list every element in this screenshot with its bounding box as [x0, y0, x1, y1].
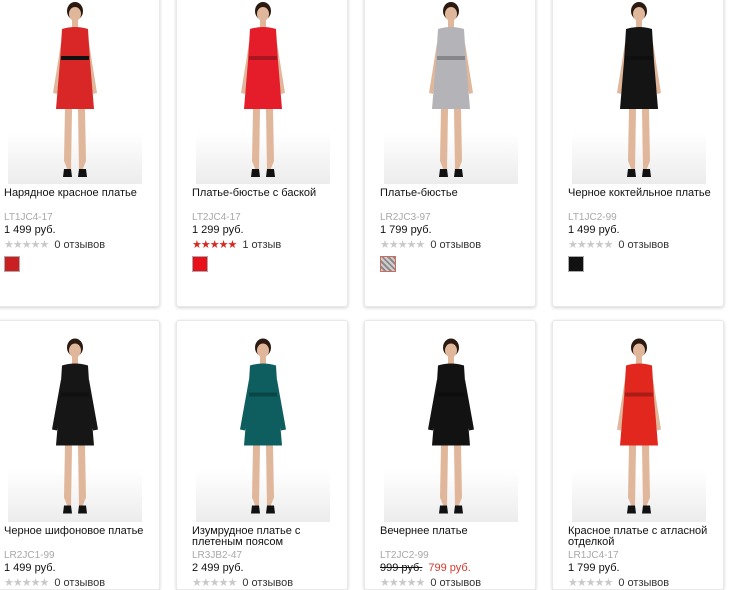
product-price: 1 799 руб.: [380, 224, 432, 236]
product-card[interactable]: Платье-бюстье LR2JC3-97 1 799 руб. ★★★★★…: [364, 0, 536, 307]
product-photo[interactable]: [196, 1, 330, 184]
product-card[interactable]: Вечернее платье LT2JC2-99 999 руб. 799 ру…: [364, 320, 536, 590]
product-title[interactable]: Изумрудное платье с плетеным поясом: [192, 526, 342, 548]
product-sku: LT2JC2-99: [380, 550, 429, 561]
product-sku: LR2JC1-99: [4, 550, 55, 561]
product-price: 999 руб. 799 руб.: [380, 562, 471, 574]
dress-black-evening-icon: [428, 338, 474, 514]
product-card[interactable]: Черное коктейльное платье LT1JC2-99 1 49…: [552, 0, 724, 307]
reviews-link[interactable]: 0 отзывов: [618, 577, 669, 589]
color-swatch[interactable]: [192, 256, 208, 272]
product-price: 1 499 руб.: [4, 224, 56, 236]
product-sku: LT2JC4-17: [192, 212, 241, 223]
reviews-link[interactable]: 0 отзывов: [242, 577, 293, 589]
product-sku: LR1JC4-17: [568, 550, 619, 561]
color-swatch[interactable]: [4, 256, 20, 272]
reviews-link[interactable]: 1 отзыв: [242, 239, 281, 251]
star-rating-icon: ★★★★★: [4, 239, 49, 251]
price-value: 1 499 руб.: [4, 562, 56, 574]
product-photo[interactable]: [8, 336, 142, 522]
product-photo[interactable]: [572, 1, 706, 184]
product-title[interactable]: Вечернее платье: [380, 526, 530, 537]
price-value: 2 499 руб.: [192, 562, 244, 574]
product-price: 1 499 руб.: [568, 224, 620, 236]
product-card[interactable]: Красное платье с атласной отделкой LR1JC…: [552, 320, 724, 590]
star-rating-icon: ★★★★★: [380, 239, 425, 251]
reviews-link[interactable]: 0 отзывов: [54, 239, 105, 251]
product-title[interactable]: Красное платье с атласной отделкой: [568, 526, 718, 548]
sale-price: 799 руб.: [428, 562, 471, 574]
price-value: 1 799 руб.: [568, 562, 620, 574]
dress-black-cocktail-icon: [617, 2, 661, 177]
color-swatch[interactable]: [568, 256, 584, 272]
price-value: 1 499 руб.: [4, 224, 56, 236]
product-price: 1 799 руб.: [568, 562, 620, 574]
product-sku: LR2JC3-97: [380, 212, 431, 223]
star-rating-icon: ★★★★★: [568, 239, 613, 251]
reviews-link[interactable]: 0 отзывов: [54, 577, 105, 589]
product-title[interactable]: Нарядное красное платье: [4, 188, 154, 199]
rating: ★★★★★ 0 отзывов: [4, 238, 105, 252]
product-price: 1 299 руб.: [192, 224, 244, 236]
rating: ★★★★★ 0 отзывов: [568, 238, 669, 252]
product-card[interactable]: Платье-бюстье с баской LT2JC4-17 1 299 р…: [176, 0, 348, 307]
product-price: 2 499 руб.: [192, 562, 244, 574]
old-price: 999 руб.: [380, 562, 423, 574]
dress-emerald-icon: [240, 338, 286, 514]
product-price: 1 499 руб.: [4, 562, 56, 574]
product-title[interactable]: Черное коктейльное платье: [568, 188, 718, 199]
reviews-link[interactable]: 0 отзывов: [430, 239, 481, 251]
rating: ★★★★★ 1 отзыв: [192, 238, 281, 252]
product-photo[interactable]: [384, 336, 518, 522]
product-title[interactable]: Черное шифоновое платье: [4, 526, 154, 537]
dress-red-peplum-icon: [241, 2, 285, 177]
star-rating-icon: ★★★★★: [192, 239, 237, 251]
product-card[interactable]: Изумрудное платье с плетеным поясом LR3J…: [176, 320, 348, 590]
price-value: 1 799 руб.: [380, 224, 432, 236]
product-sku: LT1JC2-99: [568, 212, 617, 223]
dress-red-belted-icon: [53, 2, 97, 177]
product-photo[interactable]: [8, 1, 142, 184]
product-sku: LT1JC4-17: [4, 212, 53, 223]
dress-silver-bustier-icon: [429, 2, 473, 177]
product-sku: LR3JB2-47: [192, 550, 243, 561]
dress-red-satin-icon: [617, 338, 661, 514]
product-title[interactable]: Платье-бюстье с баской: [192, 188, 342, 199]
reviews-link[interactable]: 0 отзывов: [618, 239, 669, 251]
product-card[interactable]: Черное шифоновое платье LR2JC1-99 1 499 …: [0, 320, 160, 590]
reviews-link[interactable]: 0 отзывов: [430, 577, 481, 589]
product-photo[interactable]: [572, 336, 706, 522]
price-value: 1 499 руб.: [568, 224, 620, 236]
product-card[interactable]: Нарядное красное платье LT1JC4-17 1 499 …: [0, 0, 160, 307]
price-value: 1 299 руб.: [192, 224, 244, 236]
rating: ★★★★★ 0 отзывов: [380, 238, 481, 252]
product-title[interactable]: Платье-бюстье: [380, 188, 530, 199]
product-photo[interactable]: [196, 336, 330, 522]
color-swatch[interactable]: [380, 256, 396, 272]
product-photo[interactable]: [384, 1, 518, 184]
dress-black-chiffon-icon: [52, 338, 98, 514]
